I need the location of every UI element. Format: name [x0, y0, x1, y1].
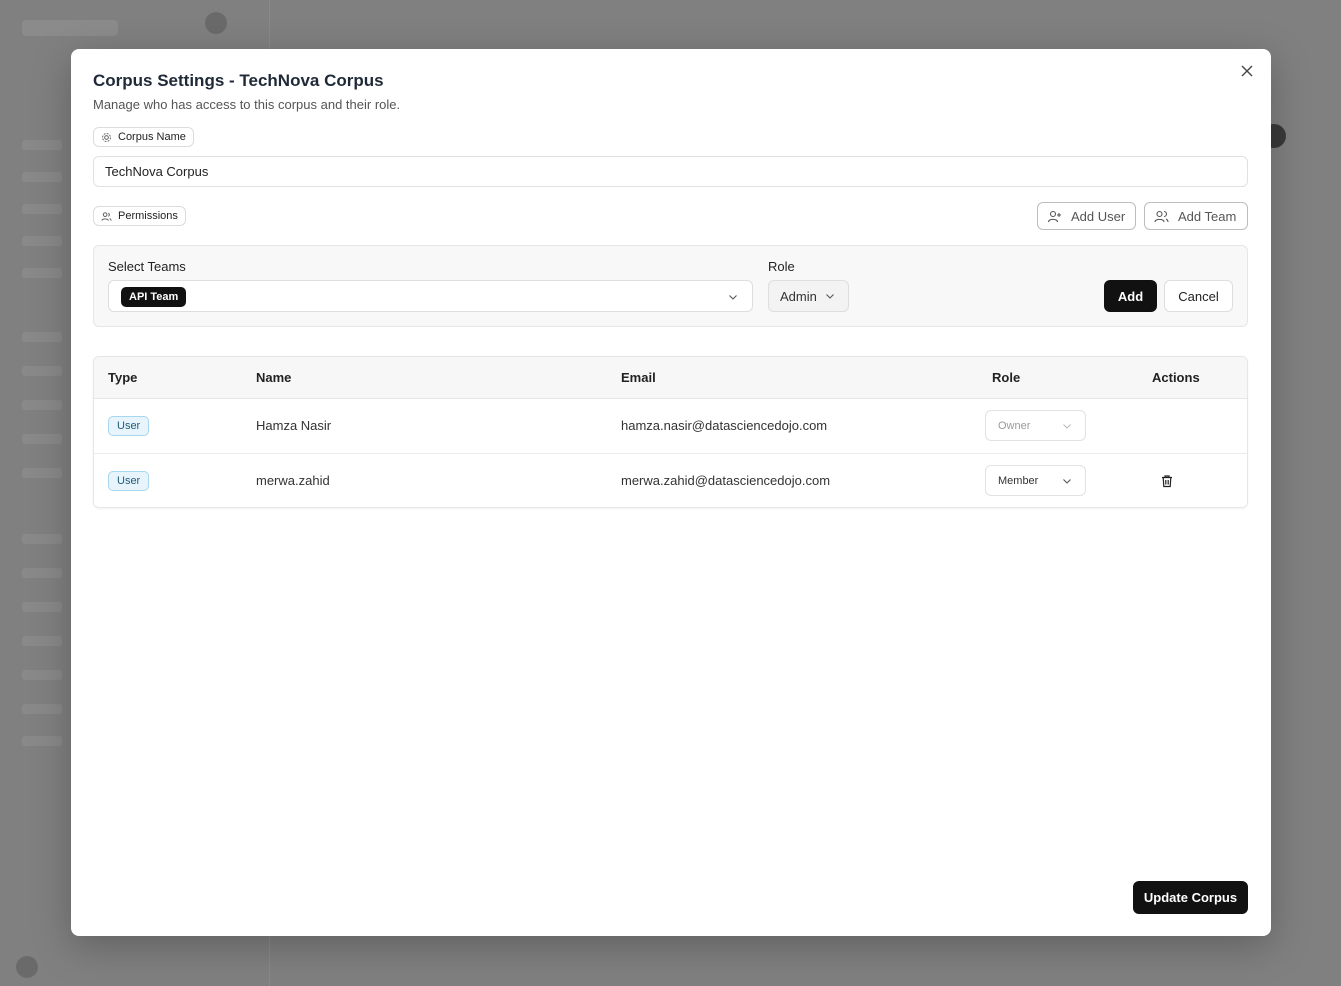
- role-label: Role: [768, 259, 795, 274]
- background-row: [22, 400, 62, 410]
- background-row: [22, 172, 62, 182]
- dialog-title: Corpus Settings - TechNova Corpus: [93, 71, 384, 90]
- table-header: Type Name Email Role Actions: [94, 357, 1247, 399]
- type-badge: User: [108, 416, 150, 436]
- background-row: [22, 736, 62, 746]
- corpus-name-input[interactable]: TechNova Corpus: [93, 156, 1248, 187]
- type-badge: User: [108, 471, 150, 491]
- permissions-label-text: Permissions: [118, 210, 178, 222]
- corpus-name-label: Corpus Name: [93, 127, 194, 147]
- role-select-value: Admin: [780, 288, 817, 304]
- users-icon: [1154, 210, 1169, 222]
- user-email: hamza.nasir@datasciencedojo.com: [621, 418, 828, 433]
- gear-icon: [102, 132, 111, 142]
- background-avatar: [16, 956, 38, 978]
- selected-team-tag[interactable]: API Team: [121, 287, 187, 307]
- background-row: [22, 268, 62, 278]
- user-email: merwa.zahid@datasciencedojo.com: [621, 473, 831, 488]
- background-row: [22, 468, 62, 478]
- user-plus-icon: [1047, 210, 1061, 222]
- background-row: [22, 140, 62, 150]
- table-row: User Hamza Nasir hamza.nasir@datascience…: [94, 399, 1247, 454]
- users-icon: [101, 211, 112, 221]
- add-permission-panel: Select Teams API Team Role Admin Add Can…: [93, 245, 1248, 327]
- update-corpus-button[interactable]: Update Corpus: [1133, 881, 1248, 914]
- permissions-label: Permissions: [93, 206, 186, 226]
- background-row: [22, 636, 62, 646]
- chevron-down-icon: [1063, 479, 1071, 484]
- team-select[interactable]: API Team: [108, 280, 753, 312]
- trash-icon[interactable]: [1160, 474, 1174, 488]
- header-actions: Actions: [1152, 370, 1200, 385]
- background-row: [22, 602, 62, 612]
- corpus-settings-dialog: Corpus Settings - TechNova Corpus Manage…: [71, 49, 1271, 936]
- background-row: [22, 704, 62, 714]
- user-name: Hamza Nasir: [256, 418, 332, 433]
- add-button[interactable]: Add: [1104, 280, 1157, 312]
- background-row: [22, 332, 62, 342]
- background-row: [22, 204, 62, 214]
- chevron-down-icon: [826, 294, 834, 299]
- close-icon: [1241, 65, 1253, 77]
- background-row: [22, 434, 62, 444]
- header-role: Role: [992, 370, 1021, 385]
- background-row: [22, 236, 62, 246]
- background-row: [22, 534, 62, 544]
- user-name: merwa.zahid: [256, 473, 330, 488]
- header-type: Type: [108, 370, 138, 385]
- role-select[interactable]: Admin: [768, 280, 849, 312]
- row-role-value: Member: [998, 474, 1039, 487]
- corpus-name-label-text: Corpus Name: [118, 131, 186, 143]
- row-role-select[interactable]: Member: [985, 465, 1086, 496]
- background-row: [22, 670, 62, 680]
- row-role-value: Owner: [998, 419, 1031, 432]
- background-row: [22, 568, 62, 578]
- background-logo: [22, 20, 118, 36]
- select-teams-label: Select Teams: [108, 259, 186, 274]
- add-team-button-label: Add Team: [1178, 208, 1237, 224]
- header-email: Email: [621, 370, 656, 385]
- chevron-down-icon: [1063, 424, 1071, 429]
- close-button[interactable]: [1239, 63, 1255, 79]
- row-role-select: Owner: [985, 410, 1086, 441]
- background-row: [22, 366, 62, 376]
- permissions-table: Type Name Email Role Actions User Hamza …: [93, 356, 1248, 508]
- add-user-button-label: Add User: [1071, 208, 1126, 224]
- cancel-button[interactable]: Cancel: [1164, 280, 1233, 312]
- table-row: User merwa.zahid merwa.zahid@datascience…: [94, 454, 1247, 507]
- add-user-button[interactable]: Add User: [1037, 202, 1136, 230]
- add-team-button[interactable]: Add Team: [1144, 202, 1248, 230]
- chevron-down-icon: [729, 295, 737, 300]
- header-name: Name: [256, 370, 292, 385]
- dialog-subtitle: Manage who has access to this corpus and…: [93, 97, 401, 112]
- background-avatar: [205, 12, 227, 34]
